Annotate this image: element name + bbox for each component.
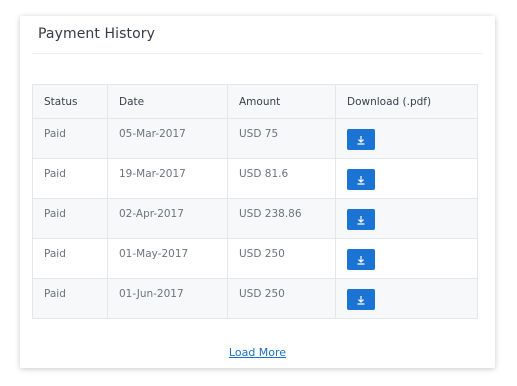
status-cell: Paid — [32, 278, 108, 319]
status-cell: Paid — [32, 198, 108, 239]
table-row: Paid 02-Apr-2017 USD 238.86 — [32, 198, 478, 239]
download-cell — [335, 198, 478, 239]
table-row: Paid 19-Mar-2017 USD 81.6 — [32, 158, 478, 199]
status-cell: Paid — [32, 118, 108, 159]
load-more-container: Load More — [20, 346, 495, 359]
payment-history-table: Status Date Amount Download (.pdf) Paid … — [32, 84, 478, 319]
download-button[interactable] — [347, 289, 375, 310]
download-cell — [335, 158, 478, 199]
download-icon — [357, 295, 365, 305]
download-icon — [357, 215, 365, 225]
download-icon — [357, 135, 365, 145]
download-button[interactable] — [347, 249, 375, 270]
download-icon — [357, 175, 365, 185]
download-icon — [357, 255, 365, 265]
download-cell — [335, 118, 478, 159]
header-date: Date — [107, 84, 228, 119]
payment-history-card: Payment History Status Date Amount Downl… — [20, 16, 495, 368]
download-button[interactable] — [347, 129, 375, 150]
amount-cell: USD 81.6 — [227, 158, 336, 199]
download-cell — [335, 238, 478, 279]
date-cell: 01-Jun-2017 — [107, 278, 228, 319]
status-cell: Paid — [32, 158, 108, 199]
header-download: Download (.pdf) — [335, 84, 478, 119]
date-cell: 02-Apr-2017 — [107, 198, 228, 239]
amount-cell: USD 250 — [227, 238, 336, 279]
date-cell: 05-Mar-2017 — [107, 118, 228, 159]
download-button[interactable] — [347, 169, 375, 190]
download-cell — [335, 278, 478, 319]
table-row: Paid 01-Jun-2017 USD 250 — [32, 278, 478, 319]
amount-cell: USD 238.86 — [227, 198, 336, 239]
date-cell: 19-Mar-2017 — [107, 158, 228, 199]
download-button[interactable] — [347, 209, 375, 230]
amount-cell: USD 250 — [227, 278, 336, 319]
header-amount: Amount — [227, 84, 336, 119]
table-header-row: Status Date Amount Download (.pdf) — [32, 84, 478, 119]
card-title: Payment History — [38, 26, 156, 42]
amount-cell: USD 75 — [227, 118, 336, 159]
load-more-link[interactable]: Load More — [229, 346, 286, 359]
table-row: Paid 05-Mar-2017 USD 75 — [32, 118, 478, 159]
status-cell: Paid — [32, 238, 108, 279]
header-status: Status — [32, 84, 108, 119]
table-row: Paid 01-May-2017 USD 250 — [32, 238, 478, 279]
date-cell: 01-May-2017 — [107, 238, 228, 279]
title-divider — [32, 53, 483, 54]
